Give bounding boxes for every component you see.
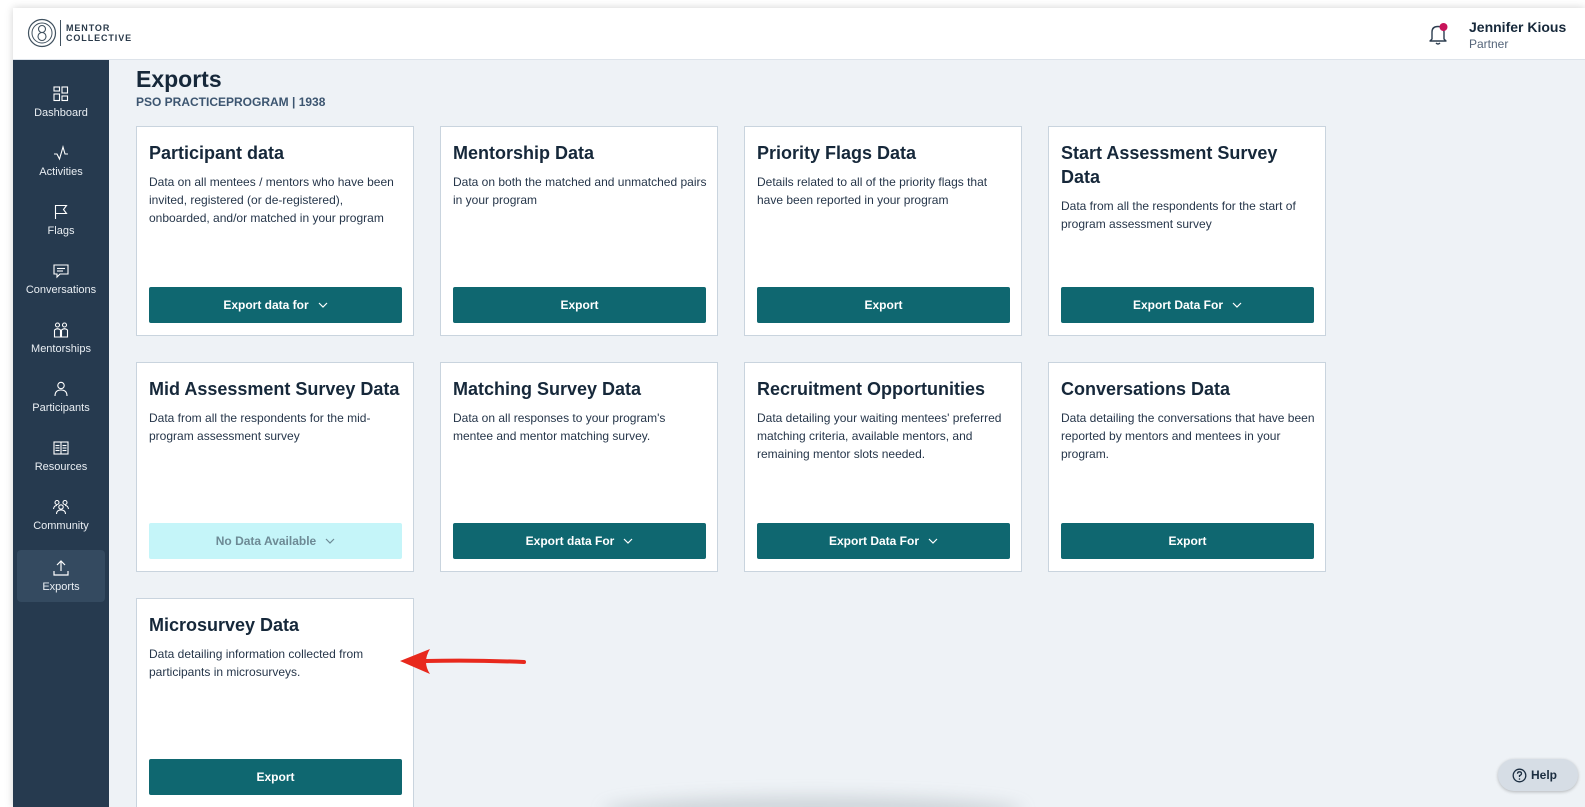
page-subtitle: PSO PRACTICEPROGRAM | 1938 (136, 95, 326, 109)
sidebar-item-label: Participants (32, 402, 90, 414)
export-button[interactable]: Export (453, 287, 706, 323)
logo-line-2: COLLECTIVE (66, 33, 133, 43)
button-label: Export (864, 298, 903, 312)
chevron-down-icon (325, 538, 335, 544)
card-title: Participant data (149, 143, 285, 163)
sidebar-item-label: Community (33, 520, 89, 532)
card-title: Start Assessment Survey Data (1061, 143, 1278, 187)
card-title: Mentorship Data (453, 143, 595, 163)
export-button[interactable]: Export (1061, 523, 1314, 559)
flag-icon (54, 204, 68, 219)
card-description: Data from all the respondents for the st… (1061, 199, 1296, 231)
sidebar-item-label: Dashboard (34, 107, 88, 119)
overlay-shadow (603, 796, 1023, 807)
card-description: Data on both the matched and unmatched p… (453, 175, 707, 207)
export-dropdown-button[interactable]: Export data for (149, 287, 402, 323)
sidebar-item-dashboard[interactable]: Dashboard (17, 76, 105, 128)
card-description: Data on all responses to your program's … (453, 411, 666, 443)
card-description: Data detailing information collected fro… (149, 647, 364, 679)
sidebar-item-label: Activities (39, 166, 83, 178)
user-name: Jennifer Kious (1469, 19, 1567, 35)
button-label: Export (256, 770, 295, 784)
logo-mark-icon (27, 18, 57, 48)
help-button[interactable]: Help (1498, 759, 1578, 791)
logo-divider (60, 20, 61, 46)
community-icon (52, 499, 70, 515)
sidebar-item-exports[interactable]: Exports (17, 550, 105, 602)
card-description: Details related to all of the priority f… (757, 175, 988, 207)
sidebar-item-mentorships[interactable]: Mentorships (17, 312, 105, 364)
button-label: Export Data For (828, 534, 919, 548)
card-title: Microsurvey Data (149, 615, 300, 635)
button-label: Export Data For (1132, 298, 1223, 312)
button-label: Export (560, 298, 599, 312)
dashboard-icon (53, 86, 69, 102)
sidebar-item-label: Conversations (25, 284, 97, 296)
export-dropdown-button[interactable]: Export Data For (757, 523, 1010, 559)
card-title: Priority Flags Data (757, 143, 917, 163)
page-title: Exports (136, 66, 222, 92)
question-circle-icon (1512, 768, 1527, 782)
logo-text: MENTOR COLLECTIVE (66, 23, 132, 43)
card-description: Data detailing the conversations that ha… (1061, 411, 1315, 461)
logo-line-1: MENTOR (66, 23, 111, 33)
card-start-assessment-survey-data: Start Assessment Survey Data Data from a… (1048, 126, 1326, 336)
card-mid-assessment-survey-data: Mid Assessment Survey Data Data from all… (136, 362, 414, 572)
sidebar-item-participants[interactable]: Participants (17, 371, 105, 423)
chat-icon (53, 264, 69, 279)
activity-icon (54, 145, 68, 161)
card-participant-data: Participant data Data on all mentees / m… (136, 126, 414, 336)
card-matching-survey-data: Matching Survey Data Data on all respons… (440, 362, 718, 572)
export-dropdown-button[interactable]: Export Data For (1061, 287, 1314, 323)
button-label: Export data For (525, 534, 615, 548)
card-description: Data on all mentees / mentors who have b… (149, 175, 394, 225)
app-window: MENTOR COLLECTIVE Jennifer Kious Partner… (13, 8, 1585, 807)
card-microsurvey-data: Microsurvey Data Data detailing informat… (136, 598, 414, 807)
upload-icon (53, 560, 69, 576)
card-title: Conversations Data (1061, 379, 1231, 399)
sidebar-item-label: Exports (42, 581, 80, 593)
sidebar-item-label: Flags (47, 225, 75, 237)
card-description: Data detailing your waiting mentees' pre… (757, 411, 1002, 461)
card-conversations-data: Conversations Data Data detailing the co… (1048, 362, 1326, 572)
sidebar-item-label: Mentorships (31, 343, 91, 355)
help-label: Help (1531, 768, 1558, 782)
card-mentorship-data: Mentorship Data Data on both the matched… (440, 126, 718, 336)
sidebar-item-community[interactable]: Community (17, 489, 105, 541)
card-title: Mid Assessment Survey Data (149, 379, 400, 399)
book-icon (53, 441, 69, 455)
no-data-dropdown-button[interactable]: No Data Available (149, 523, 402, 559)
button-label: Export data for (223, 298, 309, 312)
sidebar-item-activities[interactable]: Activities (17, 135, 105, 187)
card-description: Data from all the respondents for the mi… (149, 411, 371, 443)
export-button[interactable]: Export (757, 287, 1010, 323)
notification-bell-icon[interactable] (1427, 22, 1449, 46)
logo[interactable]: MENTOR COLLECTIVE (27, 18, 132, 48)
button-label: No Data Available (215, 534, 317, 548)
card-recruitment-opportunities: Recruitment Opportunities Data detailing… (744, 362, 1022, 572)
chevron-down-icon (623, 538, 633, 544)
card-priority-flags-data: Priority Flags Data Details related to a… (744, 126, 1022, 336)
user-role: Partner (1469, 37, 1509, 51)
sidebar: Dashboard Activities Flags Conversations… (13, 60, 109, 807)
chevron-down-icon (318, 302, 328, 308)
card-title: Recruitment Opportunities (757, 379, 986, 399)
sidebar-item-label: Resources (34, 461, 88, 473)
button-label: Export (1168, 534, 1207, 548)
top-bar: MENTOR COLLECTIVE Jennifer Kious Partner (13, 8, 1585, 60)
export-dropdown-button[interactable]: Export data For (453, 523, 706, 559)
chevron-down-icon (928, 538, 938, 544)
card-title: Matching Survey Data (453, 379, 642, 399)
mentorship-icon (53, 322, 69, 338)
chevron-down-icon (1232, 302, 1242, 308)
export-button[interactable]: Export (149, 759, 402, 795)
user-menu[interactable]: Jennifer Kious Partner (1469, 19, 1566, 51)
sidebar-item-conversations[interactable]: Conversations (17, 253, 105, 305)
sidebar-item-resources[interactable]: Resources (17, 430, 105, 482)
annotation-arrow-icon (400, 649, 526, 674)
sidebar-item-flags[interactable]: Flags (17, 194, 105, 246)
person-icon (54, 381, 68, 397)
